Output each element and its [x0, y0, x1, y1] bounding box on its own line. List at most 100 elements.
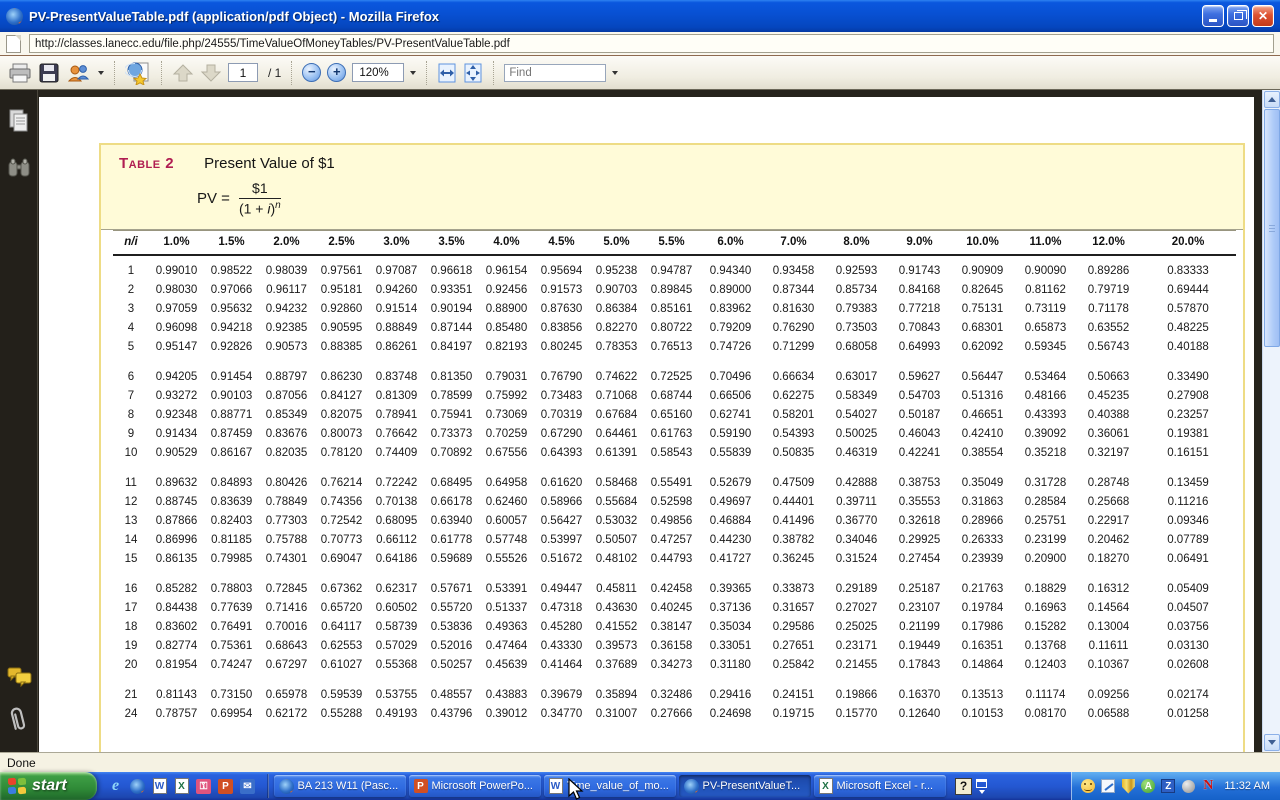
zoom-out-icon[interactable]: −	[302, 63, 321, 82]
pv-value-cell: 0.92860	[314, 300, 369, 319]
page-number-input[interactable]	[228, 63, 258, 82]
word-icon[interactable]: W	[151, 778, 168, 795]
taskbar-button-excel[interactable]: X Microsoft Excel - r...	[814, 775, 946, 797]
taskbar-button-ba213[interactable]: BA 213 W11 (Pasc...	[274, 775, 406, 797]
firefox-quicklaunch-icon[interactable]	[129, 778, 146, 795]
find-input[interactable]	[504, 64, 606, 82]
antivirus-icon[interactable]: A	[1140, 778, 1156, 794]
collaborate-dropdown-caret[interactable]	[98, 71, 104, 75]
pv-value-cell: 0.67362	[314, 580, 369, 599]
period-cell: 3	[113, 300, 149, 319]
pv-value-cell: 0.19449	[888, 637, 951, 656]
toolbar-separator	[291, 61, 292, 85]
pv-value-cell: 0.32486	[644, 686, 699, 705]
fit-page-icon[interactable]	[463, 59, 483, 87]
pv-value-cell: 0.54703	[888, 387, 951, 406]
pv-value-cell: 0.97087	[369, 262, 424, 281]
table-row: 210.811430.731500.659780.595390.537550.4…	[113, 686, 1236, 705]
collaborate-icon[interactable]	[66, 59, 92, 87]
pv-value-cell: 0.43330	[534, 637, 589, 656]
restore-button[interactable]	[1227, 5, 1249, 27]
taskbar-clock[interactable]: 11:32 AM	[1224, 780, 1270, 792]
toolbar-separator	[114, 61, 115, 85]
scroll-up-button[interactable]	[1264, 91, 1280, 108]
table-row: 60.942050.914540.887970.862300.837480.81…	[113, 368, 1236, 387]
print-icon[interactable]	[8, 59, 32, 87]
pv-value-cell: 0.90703	[589, 281, 644, 300]
zoom-level-box[interactable]: 120%	[352, 63, 404, 82]
zoom-in-icon[interactable]: +	[327, 63, 346, 82]
pv-value-cell: 0.70773	[314, 531, 369, 550]
taskbar-button-pv-pdf[interactable]: PV-PresentValueT...	[679, 775, 811, 797]
close-button[interactable]: ✕	[1252, 5, 1274, 27]
messenger-smiley-icon[interactable]	[1080, 778, 1096, 794]
taskbar-button-timevalue-doc[interactable]: W Time_value_of_mo...	[544, 775, 676, 797]
internet-explorer-icon[interactable]: e	[107, 778, 124, 795]
vertical-scrollbar[interactable]	[1262, 90, 1280, 752]
pv-value-cell: 0.72542	[314, 512, 369, 531]
scroll-down-button[interactable]	[1264, 734, 1280, 751]
pv-value-cell: 0.44401	[762, 493, 825, 512]
scrollbar-thumb[interactable]	[1264, 109, 1280, 347]
find-dropdown-caret[interactable]	[612, 71, 618, 75]
start-button[interactable]: start	[0, 772, 97, 800]
table-row: 130.878660.824030.773030.725420.680950.6…	[113, 512, 1236, 531]
pv-value-cell: 0.76214	[314, 474, 369, 493]
pv-value-cell: 0.62172	[259, 705, 314, 724]
pv-value-cell: 0.62460	[479, 493, 534, 512]
pv-value-cell: 0.19784	[951, 599, 1014, 618]
pv-value-cell: 0.86261	[369, 338, 424, 357]
pv-value-cell: 0.41496	[762, 512, 825, 531]
pv-value-cell: 0.12403	[1014, 656, 1077, 675]
pv-value-cell: 0.86996	[149, 531, 204, 550]
create-pdf-online-icon[interactable]	[125, 59, 151, 87]
previous-page-icon[interactable]	[172, 59, 194, 87]
excel-icon[interactable]: X	[173, 778, 190, 795]
pages-panel-icon[interactable]	[7, 108, 31, 139]
binoculars-search-icon[interactable]	[7, 156, 31, 185]
powerpoint-icon[interactable]: P	[217, 778, 234, 795]
access-icon[interactable]: ⚿	[195, 778, 212, 795]
pv-value-cell: 0.25668	[1077, 493, 1140, 512]
language-bar-options[interactable]	[976, 779, 987, 794]
pv-value-cell: 0.85480	[479, 319, 534, 338]
pv-value-cell: 0.86384	[589, 300, 644, 319]
comments-panel-icon[interactable]	[7, 666, 33, 693]
volume-icon[interactable]	[1180, 778, 1196, 794]
outlook-icon[interactable]: ✉	[239, 778, 256, 795]
pv-value-cell: 0.35049	[951, 474, 1014, 493]
pv-value-cell: 0.49697	[699, 493, 762, 512]
fit-width-icon[interactable]	[437, 59, 457, 87]
z-app-icon[interactable]: Z	[1160, 778, 1176, 794]
page-favicon	[6, 35, 21, 53]
pv-value-cell: 0.40388	[1077, 406, 1140, 425]
pv-value-cell: 0.76642	[369, 425, 424, 444]
pv-value-cell: 0.17986	[951, 618, 1014, 637]
pv-value-cell: 0.73373	[424, 425, 479, 444]
next-page-icon[interactable]	[200, 59, 222, 87]
pv-value-cell: 0.47464	[479, 637, 534, 656]
pv-value-cell: 0.50187	[888, 406, 951, 425]
pv-value-cell: 0.81309	[369, 387, 424, 406]
key-tray-icon[interactable]	[1100, 778, 1116, 794]
novell-icon[interactable]: N	[1200, 778, 1216, 794]
taskbar-button-powerpoint[interactable]: P Microsoft PowerPo...	[409, 775, 541, 797]
minimize-button[interactable]	[1202, 5, 1224, 27]
task-label: Microsoft PowerPo...	[432, 780, 533, 792]
save-icon[interactable]	[38, 59, 60, 87]
language-bar-help-icon[interactable]: ?	[955, 778, 972, 795]
pv-value-cell: 0.23939	[951, 550, 1014, 569]
pv-value-cell: 0.61391	[589, 444, 644, 463]
security-shield-icon[interactable]	[1120, 778, 1136, 794]
pv-value-cell: 0.72845	[259, 580, 314, 599]
table-row: 240.787570.699540.621720.552880.491930.4…	[113, 705, 1236, 724]
pv-value-cell: 0.74301	[259, 550, 314, 569]
attachments-paperclip-icon[interactable]	[3, 702, 33, 741]
table-row: 160.852820.788030.728450.673620.623170.5…	[113, 580, 1236, 599]
pv-value-cell: 0.13513	[951, 686, 1014, 705]
pv-value-cell: 0.55368	[369, 656, 424, 675]
url-input[interactable]	[29, 34, 1274, 53]
pv-value-cell: 0.23257	[1140, 406, 1236, 425]
zoom-dropdown-caret[interactable]	[410, 71, 416, 75]
pv-value-cell: 0.62275	[762, 387, 825, 406]
